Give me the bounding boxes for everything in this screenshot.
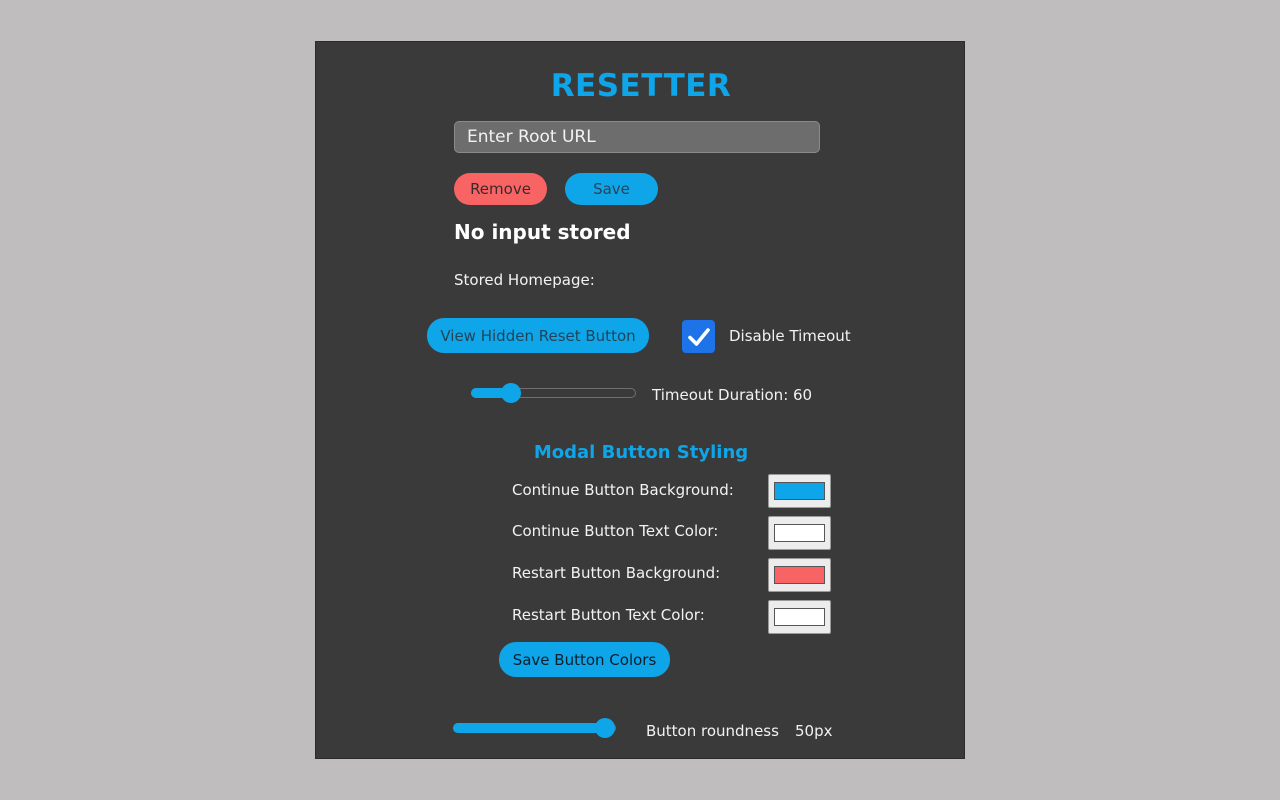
restart-text-label: Restart Button Text Color: (512, 606, 705, 624)
view-hidden-reset-button[interactable]: View Hidden Reset Button (427, 318, 649, 353)
settings-panel: RESETTER Remove Save No input stored Sto… (315, 41, 965, 759)
timeout-duration-slider[interactable] (471, 383, 636, 403)
checkmark-icon (687, 327, 710, 346)
timeout-slider-thumb[interactable] (500, 383, 521, 403)
restart-bg-swatch (774, 566, 825, 584)
modal-styling-heading: Modal Button Styling (533, 442, 749, 463)
save-button[interactable]: Save (565, 173, 658, 205)
roundness-slider-fill (453, 723, 604, 733)
root-url-input[interactable] (454, 121, 820, 153)
button-roundness-label: Button roundness (646, 722, 779, 740)
disable-timeout-label: Disable Timeout (729, 327, 851, 345)
continue-text-label: Continue Button Text Color: (512, 522, 719, 540)
button-roundness-value: 50px (795, 722, 833, 740)
continue-bg-swatch (774, 482, 825, 500)
button-roundness-slider[interactable] (453, 718, 616, 738)
restart-text-color-picker[interactable] (768, 600, 831, 634)
continue-text-color-picker[interactable] (768, 516, 831, 550)
restart-bg-color-picker[interactable] (768, 558, 831, 592)
continue-text-swatch (774, 524, 825, 542)
app-title: RESETTER (550, 68, 732, 104)
status-message: No input stored (454, 220, 631, 244)
disable-timeout-checkbox[interactable] (682, 320, 715, 353)
remove-button[interactable]: Remove (454, 173, 547, 205)
continue-bg-color-picker[interactable] (768, 474, 831, 508)
roundness-slider-thumb[interactable] (595, 718, 615, 738)
stored-homepage-label: Stored Homepage: (454, 271, 595, 289)
continue-bg-label: Continue Button Background: (512, 481, 734, 499)
save-button-colors-button[interactable]: Save Button Colors (499, 642, 670, 677)
restart-text-swatch (774, 608, 825, 626)
restart-bg-label: Restart Button Background: (512, 564, 721, 582)
timeout-duration-label: Timeout Duration: 60 (652, 386, 813, 404)
